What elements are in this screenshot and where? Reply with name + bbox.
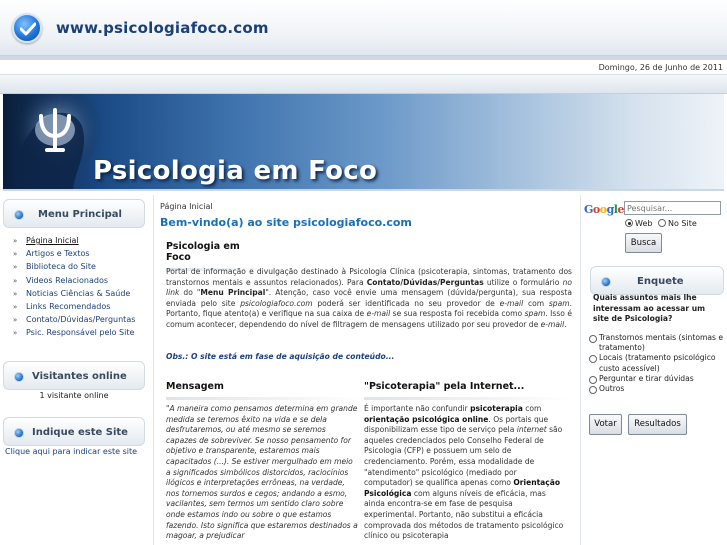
double-chevron-icon: »: [13, 276, 18, 285]
poll-radio[interactable]: [589, 355, 597, 364]
poll-option[interactable]: Outros: [589, 384, 727, 395]
menu-item-pagina-inicial[interactable]: » Página Inicial: [13, 236, 135, 249]
menu-item-artigos[interactable]: » Artigos e Textos: [13, 249, 135, 262]
poll-option[interactable]: Transtornos mentais (sintomas e tratamen…: [589, 333, 727, 353]
bullet-icon: [14, 428, 24, 438]
menu-item-videos[interactable]: » Videos Relacionados: [13, 276, 135, 289]
double-chevron-icon: »: [13, 250, 18, 259]
banner-divider: [3, 189, 724, 191]
menu-item-biblioteca[interactable]: » Biblioteca do Site: [13, 262, 135, 275]
welcome-heading: Bem-vindo(a) ao site psicologiafoco.com: [160, 216, 412, 229]
double-chevron-icon: »: [13, 237, 18, 245]
menu-header: Menu Principal: [3, 199, 145, 228]
menu-title: Menu Principal: [38, 209, 122, 220]
decorative-band: [0, 74, 727, 94]
results-button[interactable]: Resultados: [628, 414, 687, 435]
radio-web-label: Web: [635, 219, 653, 228]
site-header: www.psicologiafoco.com: [0, 0, 727, 56]
menu-item-psic-responsavel[interactable]: » Psic. Responsável pelo Site: [13, 328, 135, 341]
poll-title: Enquete: [637, 276, 684, 287]
double-chevron-icon: »: [13, 289, 18, 298]
right-sidebar: Google™ Web No Site Busca Enquete Quais …: [580, 195, 727, 545]
message-quote: "A maneira como pensamos determina em gr…: [166, 404, 358, 541]
google-letter: o: [599, 203, 607, 216]
bullet-icon: [14, 210, 24, 220]
double-chevron-icon: »: [13, 329, 18, 338]
banner: Psicologia em Foco: [3, 94, 724, 191]
menu-item-noticias[interactable]: » Noticias Ciências & Saúde: [13, 289, 135, 302]
menu-item-contato[interactable]: » Contato/Dúvidas/Perguntas: [13, 315, 135, 328]
visitors-title: Visitantes online: [32, 371, 127, 382]
main-content: Página Inicial Bem-vindo(a) ao site psic…: [153, 195, 577, 545]
main-menu: » Página Inicial » Artigos e Textos » Bibli…: [13, 236, 135, 342]
poll-radio[interactable]: [589, 386, 597, 395]
google-letter: g: [606, 203, 615, 216]
intro-paragraph: Portal de informação e divulgação destin…: [166, 267, 572, 329]
double-chevron-icon: »: [13, 302, 18, 311]
vote-button[interactable]: Votar: [589, 414, 622, 435]
notice-text: Obs.: O site está em fase de aquisição d…: [166, 352, 395, 361]
poll-radio[interactable]: [589, 335, 597, 343]
checkmark-logo-icon: [12, 13, 42, 43]
google-letter: o: [592, 203, 600, 216]
poll-radio[interactable]: [589, 375, 597, 384]
search-scope: Web No Site: [625, 219, 697, 228]
contact-link[interactable]: Contato/Dúvidas/Perguntas: [367, 278, 484, 287]
radio-web[interactable]: [625, 219, 633, 227]
breadcrumb: Página Inicial: [160, 202, 213, 211]
message-heading: Mensagem: [166, 381, 358, 400]
search-button[interactable]: Busca: [625, 233, 662, 253]
left-sidebar: Menu Principal » Página Inicial » Artigos …: [0, 195, 148, 545]
google-logo: Google™: [584, 203, 629, 216]
menu-item-links[interactable]: » Links Recomendados: [13, 302, 135, 315]
date-bar: Domingo, 26 de Junho de 2011: [0, 60, 727, 74]
poll-option[interactable]: Locais (tratamento psicológico custo ace…: [589, 353, 727, 373]
indicate-title: Indique este Site: [32, 427, 128, 438]
visitors-count: 1 visitante online: [39, 391, 109, 400]
radio-site-label: No Site: [668, 219, 697, 228]
poll-question: Quais assuntos mais lhe interessam ao ac…: [593, 293, 706, 323]
search-input[interactable]: [624, 201, 721, 215]
double-chevron-icon: »: [13, 263, 18, 272]
radio-site[interactable]: [658, 219, 666, 227]
poll-option[interactable]: Perguntar e tirar dúvidas: [589, 374, 727, 384]
poll-header: Enquete: [590, 266, 724, 295]
banner-title: Psicologia em Foco: [93, 156, 378, 186]
current-date: Domingo, 26 de Junho de 2011: [598, 63, 723, 72]
poll-options: Transtornos mentais (sintomas e tratamen…: [589, 333, 727, 395]
site-url-title[interactable]: www.psicologiafoco.com: [56, 19, 269, 37]
bullet-icon: [601, 277, 611, 287]
visitors-header: Visitantes online: [3, 361, 145, 390]
double-chevron-icon: »: [13, 316, 18, 325]
internet-paragraph: É importante não confundir psicoterapia …: [364, 404, 564, 541]
bullet-icon: [14, 372, 24, 382]
indicate-site-link[interactable]: Clique aqui para indicar este site: [5, 447, 137, 456]
internet-heading: "Psicoterapia" pela Internet...: [364, 381, 570, 400]
google-letter: G: [584, 203, 593, 216]
indicate-header: Indique este Site: [3, 417, 145, 446]
